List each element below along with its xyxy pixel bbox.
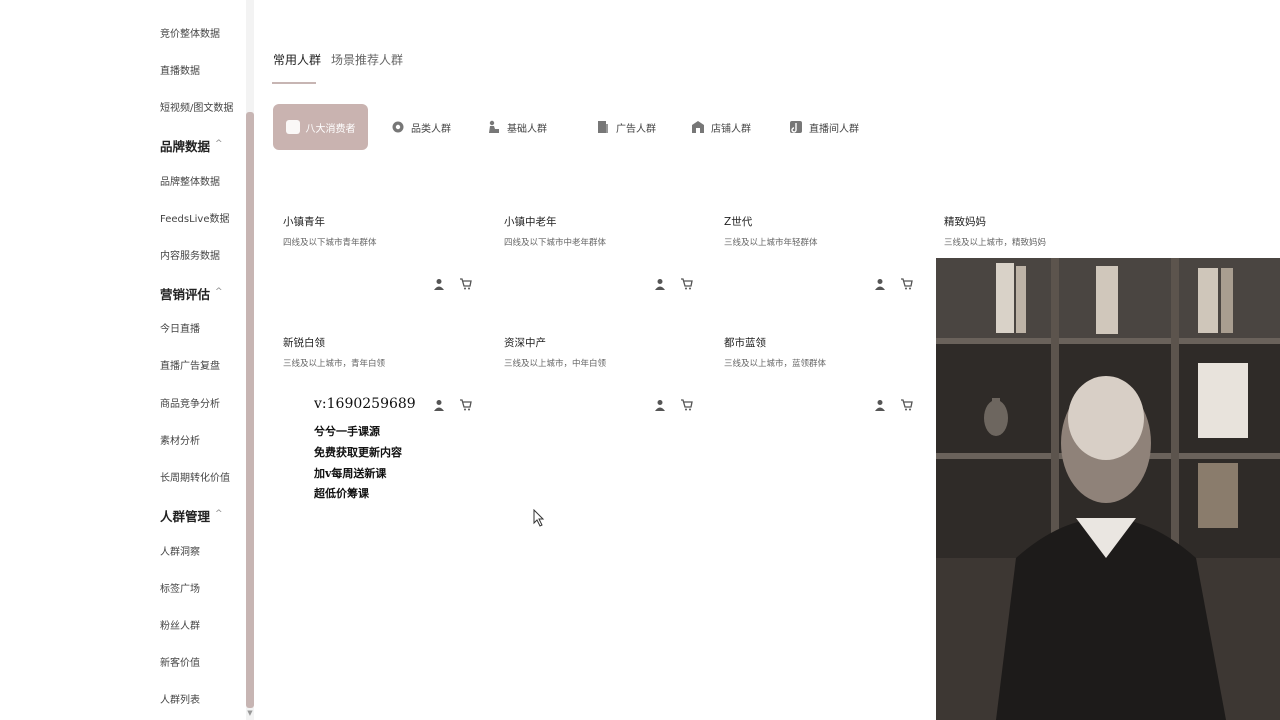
chevron-up-icon[interactable]: ^ [215, 139, 223, 149]
sidebar-item-bidding-overall[interactable]: 竞价整体数据 [160, 25, 220, 40]
card-description: 三线及以上城市，蓝领群体 [724, 359, 827, 369]
audience-card[interactable]: 小镇中老年 四线及以下城市中老年群体 [504, 214, 704, 304]
person-icon[interactable] [654, 278, 666, 290]
sidebar-item-fans[interactable]: 粉丝人群 [160, 617, 200, 632]
document-icon [598, 121, 608, 133]
tiktok-icon [790, 121, 802, 133]
audience-card[interactable]: 精致妈妈 三线及以上城市，精致妈妈 [944, 214, 1144, 254]
card-description: 三线及以上城市，青年白领 [283, 359, 386, 369]
cart-icon[interactable] [901, 278, 913, 290]
card-title: 小镇青年 [283, 216, 325, 228]
cart-icon[interactable] [901, 399, 913, 411]
person-icon[interactable] [433, 278, 445, 290]
chevron-up-icon[interactable]: ^ [215, 287, 223, 297]
person-seat-icon [489, 120, 499, 133]
tab-scene-recommended[interactable]: 场景推荐人群 [331, 51, 403, 68]
card-title: 精致妈妈 [944, 216, 986, 228]
sidebar-item-short-video-data[interactable]: 短视频/图文数据 [160, 99, 233, 114]
card-title: 小镇中老年 [504, 216, 557, 228]
watermark-line: 超低价筹课 [314, 487, 369, 500]
sidebar-group-marketing[interactable]: 营销评估 [160, 284, 210, 303]
card-title: 都市蓝领 [724, 337, 766, 349]
sidebar-item-new-customer-value[interactable]: 新客价值 [160, 654, 200, 669]
person-icon[interactable] [433, 399, 445, 411]
sidebar-item-long-cycle-value[interactable]: 长周期转化价值 [160, 469, 230, 484]
card-description: 四线及以下城市中老年群体 [504, 238, 607, 248]
chip-eight-consumers[interactable]: 八大消费者 [273, 104, 368, 150]
app-window: 竞价整体数据 ^ 直播数据 短视频/图文数据 品牌数据 ^ 品牌整体数据 Fee… [0, 0, 1280, 720]
cart-icon[interactable] [460, 399, 472, 411]
card-title: Z世代 [724, 216, 753, 228]
watermark-contact: v:1690259689 [314, 396, 416, 412]
chip-label: 基础人群 [507, 123, 547, 135]
tab-common-audience[interactable]: 常用人群 [273, 51, 321, 68]
card-description: 三线及以上城市，中年白领 [504, 359, 607, 369]
sidebar-item-live-ad-review[interactable]: 直播广告复盘 [160, 357, 220, 372]
chip-label: 八大消费者 [305, 123, 356, 135]
sidebar-item-audience-list[interactable]: 人群列表 [160, 691, 200, 706]
sidebar-item-product-competition[interactable]: 商品竞争分析 [160, 395, 220, 410]
card-description: 三线及以上城市年轻群体 [724, 238, 818, 248]
sidebar-item-material-analysis[interactable]: 素材分析 [160, 432, 200, 447]
card-title: 资深中产 [504, 337, 546, 349]
store-icon [692, 121, 704, 133]
person-icon[interactable] [654, 399, 666, 411]
card-description: 四线及以下城市青年群体 [283, 238, 377, 248]
card-title: 新锐白领 [283, 337, 325, 349]
audience-card[interactable]: 都市蓝领 三线及以上城市，蓝领群体 [724, 335, 924, 425]
sidebar-item-live-data[interactable]: 直播数据 [160, 62, 200, 77]
sidebar-scrollbar-thumb[interactable] [246, 112, 254, 708]
ghost-icon [285, 120, 300, 134]
sidebar-group-brand[interactable]: 品牌数据 [160, 136, 210, 155]
sidebar-group-audience[interactable]: 人群管理 [160, 506, 210, 525]
sidebar-item-today-live[interactable]: 今日直播 [160, 320, 200, 335]
chip-live-room-audience[interactable]: 直播间人群 [789, 104, 859, 150]
card-description: 三线及以上城市，精致妈妈 [944, 238, 1047, 248]
sidebar-item-content-service[interactable]: 内容服务数据 [160, 247, 220, 262]
watermark-line: 免费获取更新内容 [314, 446, 402, 459]
person-icon[interactable] [874, 278, 886, 290]
chevron-up-icon[interactable]: ^ [215, 509, 223, 519]
sidebar-item-feedslive[interactable]: FeedsLive数据 [160, 210, 230, 225]
mouse-cursor-icon [533, 509, 545, 527]
sidebar-item-tag-square[interactable]: 标签广场 [160, 580, 200, 595]
cart-icon[interactable] [460, 278, 472, 290]
chip-store-audience[interactable]: 店铺人群 [691, 104, 751, 150]
chip-label: 广告人群 [616, 123, 656, 135]
watermark-line: 加v每周送新课 [314, 467, 387, 480]
person-icon[interactable] [874, 399, 886, 411]
cart-icon[interactable] [681, 399, 693, 411]
chip-label: 直播间人群 [809, 123, 859, 135]
sidebar-item-audience-insight[interactable]: 人群洞察 [160, 543, 200, 558]
chip-ad-audience[interactable]: 广告人群 [596, 104, 656, 150]
chip-basic-audience[interactable]: 基础人群 [487, 104, 547, 150]
presenter-video [936, 258, 1280, 720]
scroll-down-arrow-icon[interactable]: ▼ [246, 709, 254, 717]
audience-card[interactable]: 小镇青年 四线及以下城市青年群体 [283, 214, 483, 304]
chip-label: 店铺人群 [711, 123, 751, 135]
cart-icon[interactable] [681, 278, 693, 290]
chip-category-audience[interactable]: 品类人群 [391, 104, 451, 150]
sidebar-item-brand-overall[interactable]: 品牌整体数据 [160, 173, 220, 188]
active-tab-indicator [272, 82, 316, 84]
badge-icon [392, 121, 404, 133]
watermark-line: 兮兮一手课源 [314, 425, 380, 438]
audience-card[interactable]: 资深中产 三线及以上城市，中年白领 [504, 335, 704, 425]
chip-label: 品类人群 [411, 123, 451, 135]
presenter-video-frame [936, 258, 1280, 720]
sidebar: 竞价整体数据 ^ 直播数据 短视频/图文数据 品牌数据 ^ 品牌整体数据 Fee… [0, 0, 260, 720]
audience-card[interactable]: Z世代 三线及以上城市年轻群体 [724, 214, 924, 304]
